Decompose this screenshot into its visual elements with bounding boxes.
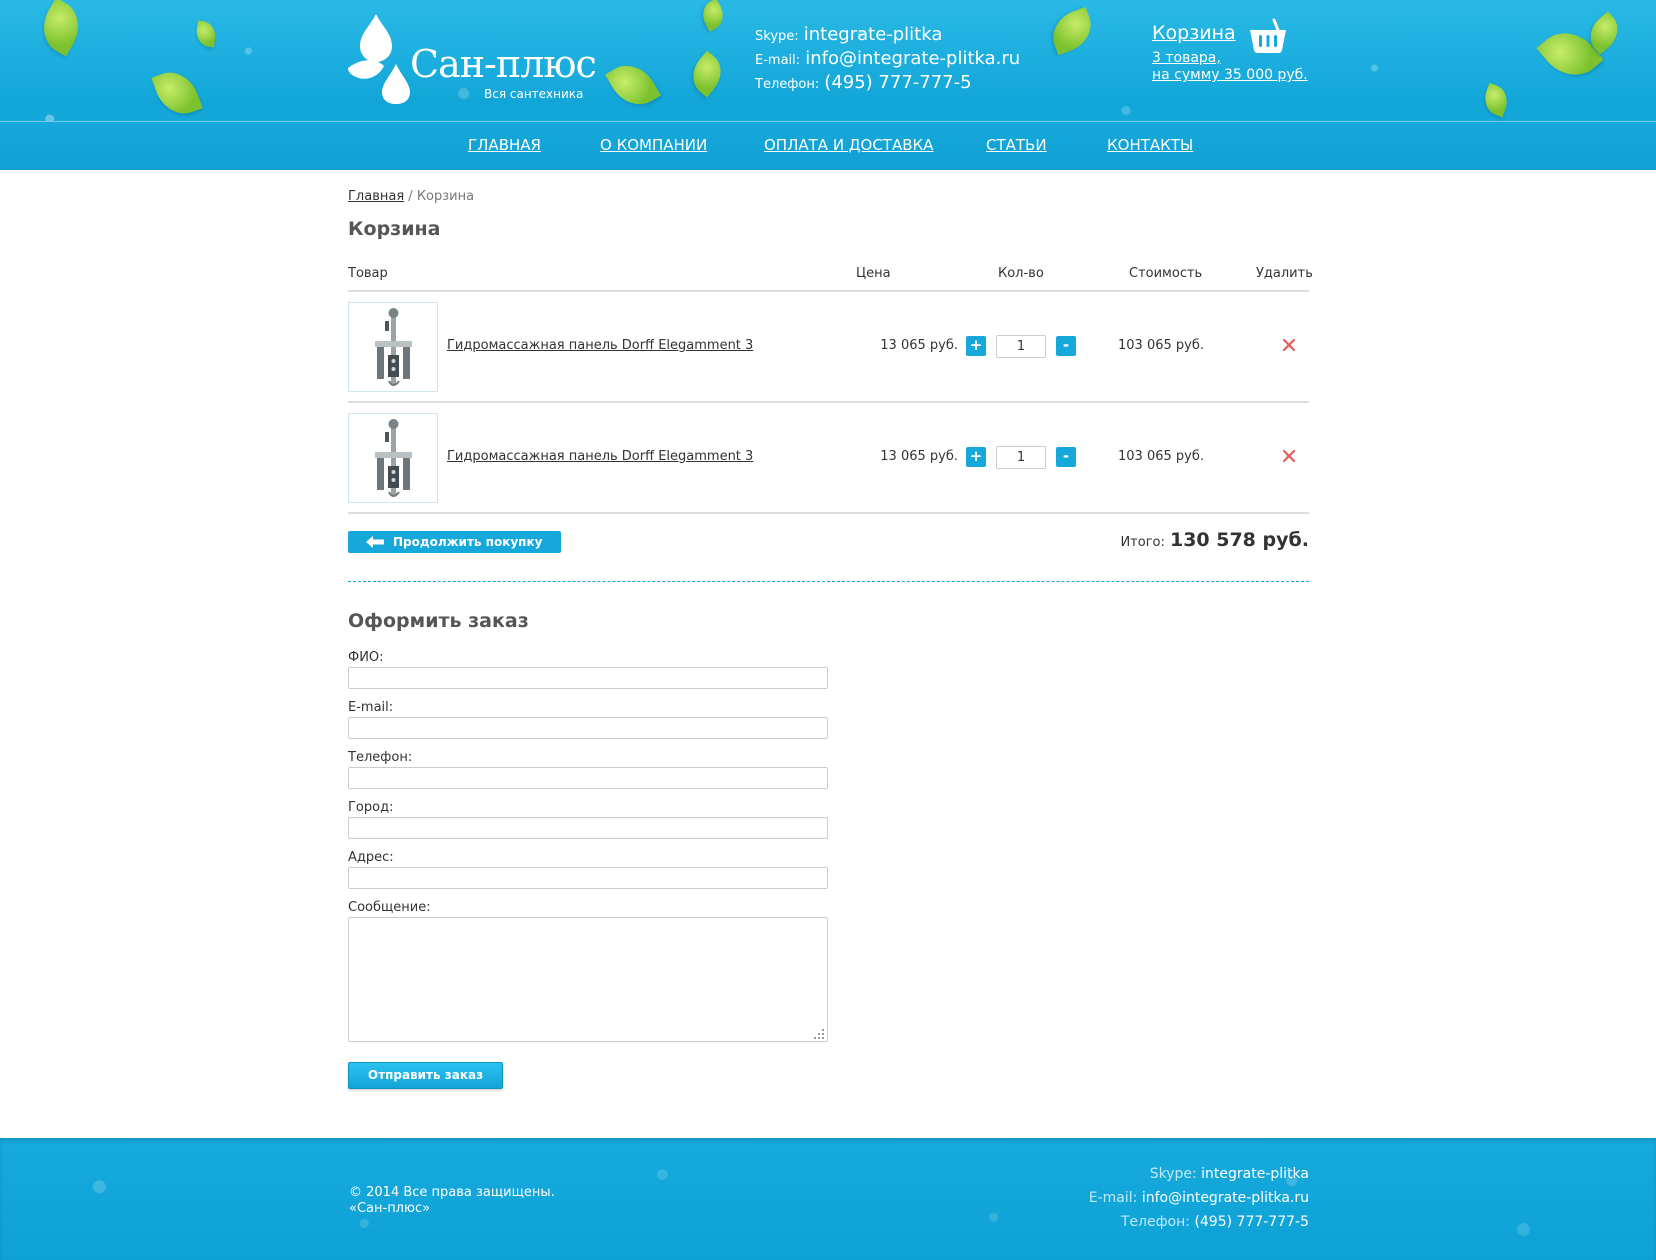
table-divider [348, 512, 1309, 514]
phone-value: (495) 777-777-5 [824, 72, 972, 93]
phone-input[interactable] [348, 767, 828, 789]
skype-label: Skype: [755, 29, 799, 44]
order-title: Оформить заказ [348, 610, 529, 632]
column-header-cost: Стоимость [1129, 266, 1203, 281]
cart-total: Итого: 130 578 руб. [1120, 529, 1309, 551]
cart-link[interactable]: Корзина [1152, 22, 1236, 44]
footer-skype-label: Skype: [1149, 1166, 1197, 1182]
shower-panel-image [375, 308, 412, 386]
product-thumbnail[interactable] [348, 302, 438, 392]
header-cart[interactable]: Корзина 3 товара, на сумму 35 000 руб. [1152, 18, 1308, 84]
product-price: 13 065 руб. [880, 449, 958, 464]
site-header: Сан-плюс Вся сантехника Skype: integrate… [0, 0, 1656, 170]
city-label: Город: [348, 800, 394, 815]
qty-input[interactable] [996, 335, 1046, 358]
main-nav: ГЛАВНАЯ О КОМПАНИИ ОПЛАТА И ДОСТАВКА СТА… [0, 136, 1656, 156]
name-input[interactable] [348, 667, 828, 689]
phone-field-label: Телефон: [348, 750, 413, 765]
nav-payment-delivery[interactable]: ОПЛАТА И ДОСТАВКА [764, 136, 933, 154]
submit-order-button[interactable]: Отправить заказ [348, 1062, 503, 1089]
product-price: 13 065 руб. [880, 338, 958, 353]
nav-about[interactable]: О КОМПАНИИ [600, 136, 707, 154]
email-field-label: E-mail: [348, 700, 394, 715]
qty-minus-button[interactable]: - [1056, 447, 1076, 467]
site-logo[interactable]: Сан-плюс Вся сантехника [348, 12, 597, 104]
qty-input[interactable] [996, 446, 1046, 469]
nav-home[interactable]: ГЛАВНАЯ [468, 136, 541, 154]
delete-icon[interactable] [1278, 334, 1300, 356]
copyright-brand: «Сан-плюс» [349, 1201, 431, 1216]
column-header-delete: Удалить [1256, 266, 1313, 281]
footer-phone-value: (495) 777-777-5 [1194, 1214, 1309, 1230]
phone-label: Телефон: [755, 77, 820, 92]
continue-shopping-button[interactable]: Продолжить покупку [348, 531, 561, 553]
table-row: Гидромассажная панель Dorff Elegamment 3… [348, 292, 1309, 402]
product-link[interactable]: Гидромассажная панель Dorff Elegamment 3 [447, 449, 753, 464]
basket-icon[interactable] [1248, 18, 1288, 54]
email-value[interactable]: info@integrate-plitka.ru [805, 48, 1020, 69]
column-header-qty: Кол-во [998, 266, 1044, 281]
email-label: E-mail: [755, 53, 801, 68]
resize-grip-icon[interactable] [813, 1028, 825, 1040]
breadcrumb-current: Корзина [416, 189, 475, 204]
total-value: 130 578 руб. [1169, 529, 1309, 551]
column-header-product: Товар [348, 266, 388, 281]
qty-plus-button[interactable]: + [966, 336, 986, 356]
address-input[interactable] [348, 867, 828, 889]
nav-contacts[interactable]: КОНТАКТЫ [1107, 136, 1193, 154]
shower-panel-image [375, 419, 412, 497]
continue-shopping-label: Продолжить покупку [393, 535, 543, 549]
copyright: © 2014 Все права защищены. «Сан-плюс» [349, 1185, 555, 1217]
water-drops-decoration [0, 1138, 1656, 1260]
message-textarea[interactable] [348, 917, 828, 1042]
column-header-price: Цена [856, 266, 891, 281]
qty-plus-button[interactable]: + [966, 447, 986, 467]
footer-skype-value: integrate-plitka [1201, 1166, 1309, 1182]
table-row: Гидромассажная панель Dorff Elegamment 3… [348, 403, 1309, 513]
drops-logo-icon [348, 14, 410, 104]
product-thumbnail[interactable] [348, 413, 438, 503]
total-label: Итого: [1120, 535, 1165, 550]
nav-articles[interactable]: СТАТЬИ [986, 136, 1047, 154]
page-title: Корзина [348, 218, 441, 240]
logo-subtitle: Вся сантехника [484, 87, 584, 101]
footer-email-label: E-mail: [1088, 1190, 1138, 1206]
arrow-left-icon [366, 536, 384, 548]
footer-phone-label: Телефон: [1120, 1214, 1190, 1230]
delete-icon[interactable] [1278, 445, 1300, 467]
logo-title: Сан-плюс [410, 42, 597, 86]
email-input[interactable] [348, 717, 828, 739]
breadcrumb-separator: / [408, 189, 413, 204]
dashed-divider [348, 581, 1309, 582]
site-footer: © 2014 Все права защищены. «Сан-плюс» Sk… [0, 1138, 1656, 1260]
product-cost: 103 065 руб. [1118, 449, 1204, 464]
address-label: Адрес: [348, 850, 394, 865]
footer-email-value[interactable]: info@integrate-plitka.ru [1142, 1190, 1309, 1206]
qty-minus-button[interactable]: - [1056, 336, 1076, 356]
copyright-line: © 2014 Все права защищены. [349, 1185, 555, 1200]
breadcrumb-home[interactable]: Главная [348, 189, 404, 204]
city-input[interactable] [348, 817, 828, 839]
breadcrumb: Главная / Корзина [348, 189, 474, 204]
name-label: ФИО: [348, 650, 384, 665]
cart-summary[interactable]: 3 товара, на сумму 35 000 руб. [1152, 50, 1308, 84]
footer-contacts: Skype: integrate-plitka E-mail: info@int… [1089, 1166, 1309, 1238]
product-link[interactable]: Гидромассажная панель Dorff Elegamment 3 [447, 338, 753, 353]
header-contacts: Skype: integrate-plitka E-mail: info@int… [755, 24, 1020, 96]
message-label: Сообщение: [348, 900, 431, 915]
product-cost: 103 065 руб. [1118, 338, 1204, 353]
cart-sum[interactable]: на сумму 35 000 руб. [1152, 67, 1308, 84]
skype-value: integrate-plitka [803, 24, 943, 45]
